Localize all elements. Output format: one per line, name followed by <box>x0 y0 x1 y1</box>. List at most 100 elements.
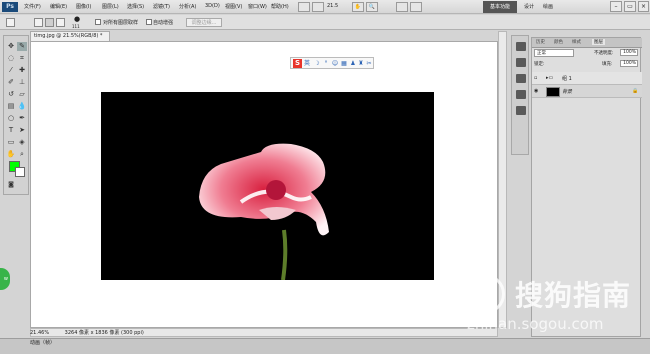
menu-analysis[interactable]: 分析(A) <box>179 3 196 10</box>
gradient-tool-icon[interactable]: ▤ <box>6 102 16 111</box>
layers-panel-tabs: 历史 颜色 样式 图层 <box>532 38 642 48</box>
new-selection-icon[interactable] <box>34 18 43 27</box>
layer-name: 组 1 <box>562 76 572 82</box>
zoom-status[interactable]: 21.46% <box>30 330 49 336</box>
dodge-tool-icon[interactable]: ○ <box>6 114 16 123</box>
layer-row[interactable]: ▫ ▸▭ 组 1 <box>532 72 642 85</box>
restore-button[interactable]: ▭ <box>624 1 636 12</box>
zoom-tool-button[interactable]: 🔍 <box>366 2 378 12</box>
tab-color[interactable]: 颜色 <box>554 39 563 45</box>
shape-tool-icon[interactable]: ▭ <box>6 138 16 147</box>
auto-enhance-checkbox[interactable] <box>146 19 152 25</box>
close-button[interactable]: × <box>638 1 649 12</box>
lang-switch-icon[interactable]: 英 <box>303 59 311 68</box>
moon-icon[interactable]: ☽ <box>313 59 321 68</box>
brush-size: 111 <box>72 24 80 29</box>
blur-tool-icon[interactable]: 💧 <box>17 102 27 111</box>
menu-help[interactable]: 帮助(H) <box>271 3 289 10</box>
sample-all-layers-label: 对所有图层取样 <box>103 20 139 26</box>
background-color-swatch[interactable] <box>15 167 25 177</box>
sogou-logo: S <box>293 59 302 68</box>
menu-filter[interactable]: 滤镜(T) <box>153 3 170 10</box>
quick-select-tool-icon[interactable]: ✎ <box>17 42 27 51</box>
quick-select-preset-icon[interactable] <box>6 18 15 27</box>
3d-tool-icon[interactable]: ◈ <box>17 138 27 147</box>
zoom-tool-icon[interactable]: ⌕ <box>17 150 27 159</box>
menu-bar: Ps 文件(F) 编辑(E) 图像(I) 图层(L) 选择(S) 滤镜(T) 分… <box>0 0 650 14</box>
type-tool-icon[interactable]: T <box>6 126 16 135</box>
hand-tool-button[interactable]: ✋ <box>352 2 364 12</box>
punct-icon[interactable]: ° <box>322 59 330 68</box>
document-tab[interactable]: timg.jpg @ 21.5%(RGB/8) * <box>30 31 110 41</box>
panel-icon-strip <box>511 35 529 155</box>
minimize-button[interactable]: – <box>610 1 622 12</box>
eyedropper-tool-icon[interactable]: ⁄ <box>6 66 16 75</box>
layer-name: 背景 <box>562 89 573 95</box>
eye-icon[interactable]: ◉ <box>534 88 540 94</box>
brush-dot-icon[interactable]: ● <box>74 15 80 23</box>
visibility-icon[interactable]: ▫ <box>534 75 540 81</box>
opacity-field[interactable]: 100% <box>620 49 638 56</box>
brush-tool-icon[interactable]: ✐ <box>6 78 16 87</box>
smile-icon[interactable]: ☺ <box>331 59 339 68</box>
hand-tool-icon[interactable]: ✋ <box>6 150 16 159</box>
wrench-icon[interactable]: ✂ <box>365 59 373 68</box>
zoom-select[interactable]: 21.5 <box>327 3 338 9</box>
fill-label: 填充: <box>602 62 613 67</box>
workspace-design[interactable]: 设计 <box>524 3 534 10</box>
heal-tool-icon[interactable]: ✚ <box>17 66 27 75</box>
menu-3d[interactable]: 3D(D) <box>205 3 220 9</box>
menu-window[interactable]: 窗口(W) <box>248 3 267 10</box>
workspace-painting[interactable]: 绘画 <box>543 3 553 10</box>
adjust-icon[interactable] <box>516 42 526 51</box>
channels-icon[interactable] <box>516 74 526 83</box>
tab-layers[interactable]: 图层 <box>592 39 605 45</box>
fill-field[interactable]: 100% <box>620 60 638 67</box>
opacity-label: 不透明度: <box>594 51 614 56</box>
history-brush-tool-icon[interactable]: ↺ <box>6 90 16 99</box>
workspace-basic[interactable]: 基本功能 <box>483 1 517 13</box>
minibridge-button[interactable] <box>312 2 324 12</box>
refine-edge-button[interactable]: 调整边缘... <box>186 18 222 27</box>
shirt-icon[interactable]: ♜ <box>357 59 365 68</box>
styles-icon[interactable] <box>516 106 526 115</box>
menu-layer[interactable]: 图层(L) <box>102 3 119 10</box>
tab-history[interactable]: 历史 <box>536 39 545 45</box>
move-tool-icon[interactable]: ✥ <box>6 42 16 51</box>
sample-all-layers-checkbox[interactable] <box>95 19 101 25</box>
animation-tab[interactable]: 动画（帧） <box>30 339 70 348</box>
tab-styles[interactable]: 样式 <box>572 39 581 45</box>
subtract-selection-icon[interactable] <box>56 18 65 27</box>
folder-icon: ▸▭ <box>546 75 554 81</box>
person-icon[interactable]: ♟ <box>349 59 357 68</box>
lock-icon: 🔒 <box>632 88 639 94</box>
blend-mode-select[interactable]: 正常 <box>534 49 574 57</box>
crop-tool-icon[interactable]: ⌗ <box>17 54 27 63</box>
add-selection-icon[interactable] <box>45 18 54 27</box>
lasso-tool-icon[interactable]: ◌ <box>6 54 16 63</box>
menu-edit[interactable]: 编辑(E) <box>50 3 67 10</box>
menu-image[interactable]: 图像(I) <box>76 3 91 10</box>
document-info: 3264 像素 x 1836 像素 (300 ppi) <box>64 330 144 336</box>
keyboard-icon[interactable]: ▦ <box>340 59 348 68</box>
sogou-watermark-logo <box>465 274 505 314</box>
layer-row[interactable]: ◉ 背景 🔒 <box>532 85 642 98</box>
watermark-url: zhinan.sogou.com <box>467 315 604 333</box>
side-badge[interactable]: w <box>0 268 10 290</box>
paths-icon[interactable] <box>516 90 526 99</box>
menu-select[interactable]: 选择(S) <box>127 3 144 10</box>
path-select-tool-icon[interactable]: ➤ <box>17 126 27 135</box>
app-logo: Ps <box>2 2 18 12</box>
eraser-tool-icon[interactable]: ▱ <box>17 90 27 99</box>
bridge-button[interactable] <box>298 2 310 12</box>
mask-icon[interactable] <box>516 58 526 67</box>
stamp-tool-icon[interactable]: ⊥ <box>17 78 27 87</box>
image-canvas[interactable] <box>101 92 434 281</box>
menu-file[interactable]: 文件(F) <box>24 3 41 10</box>
quick-mask-icon[interactable]: ◙ <box>6 180 16 189</box>
screen-mode-button[interactable] <box>410 2 422 12</box>
arrange-button[interactable] <box>396 2 408 12</box>
menu-view[interactable]: 视图(V) <box>225 3 242 10</box>
pen-tool-icon[interactable]: ✒ <box>17 114 27 123</box>
watermark-text: 搜狗指南 <box>515 279 632 312</box>
